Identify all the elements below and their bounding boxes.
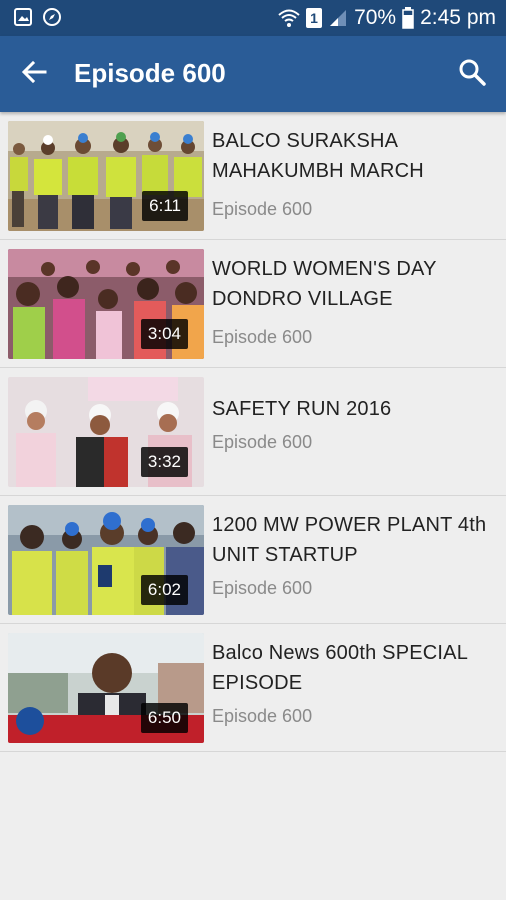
video-thumbnail: 3:32 xyxy=(8,377,204,487)
compass-icon xyxy=(42,7,62,27)
duration-badge: 6:11 xyxy=(142,191,188,221)
video-title: BALCO SURAKSHA MAHAKUMBH MARCH xyxy=(212,130,424,182)
status-bar: 1 70% 2:45 pm xyxy=(0,0,506,36)
list-item[interactable]: 3:32 SAFETY RUN 2016 Episode 600 xyxy=(0,368,506,496)
list-item[interactable]: 6:11 BALCO SURAKSHA MAHAKUMBH MARCH Epis… xyxy=(0,112,506,240)
video-title: SAFETY RUN 2016 xyxy=(212,398,392,420)
battery-icon xyxy=(402,7,414,29)
video-episode: Episode 600 xyxy=(212,706,313,726)
video-thumbnail: 6:50 xyxy=(8,633,204,743)
list-item[interactable]: 3:04 WORLD WOMEN'S DAY DONDRO VILLAGE Ep… xyxy=(0,240,506,368)
duration-badge: 3:32 xyxy=(140,447,188,477)
signal-icon xyxy=(328,9,348,27)
clock: 2:45 pm xyxy=(420,6,496,29)
gallery-icon xyxy=(14,8,32,26)
video-thumbnail: 6:11 xyxy=(8,121,204,231)
list-item[interactable]: 6:02 1200 MW POWER PLANT 4th UNIT STARTU… xyxy=(0,496,506,624)
video-thumbnail: 6:02 xyxy=(8,505,204,615)
search-button[interactable] xyxy=(452,54,492,94)
battery-percent: 70% xyxy=(354,6,397,29)
page-title: Episode 600 xyxy=(74,58,226,88)
video-title: 1200 MW POWER PLANT 4th UNIT STARTUP xyxy=(212,514,487,566)
duration-badge: 6:02 xyxy=(140,575,188,605)
sim-icon: 1 xyxy=(306,8,323,28)
video-list: 6:11 BALCO SURAKSHA MAHAKUMBH MARCH Epis… xyxy=(0,112,506,752)
video-episode: Episode 600 xyxy=(212,327,313,347)
video-episode: Episode 600 xyxy=(212,578,313,598)
list-item[interactable]: 6:50 Balco News 600th SPECIAL EPISODE Ep… xyxy=(0,624,506,752)
video-title: WORLD WOMEN'S DAY DONDRO VILLAGE xyxy=(212,258,437,310)
wifi-icon xyxy=(278,8,300,28)
arrow-left-icon xyxy=(21,59,47,90)
app-bar: Episode 600 xyxy=(0,36,506,112)
duration-badge: 6:50 xyxy=(140,703,188,733)
video-title: Balco News 600th SPECIAL EPISODE xyxy=(212,642,468,694)
duration-badge: 3:04 xyxy=(140,319,188,349)
search-icon xyxy=(458,58,486,91)
back-button[interactable] xyxy=(14,54,54,94)
video-episode: Episode 600 xyxy=(212,432,313,452)
video-episode: Episode 600 xyxy=(212,199,313,219)
video-thumbnail: 3:04 xyxy=(8,249,204,359)
